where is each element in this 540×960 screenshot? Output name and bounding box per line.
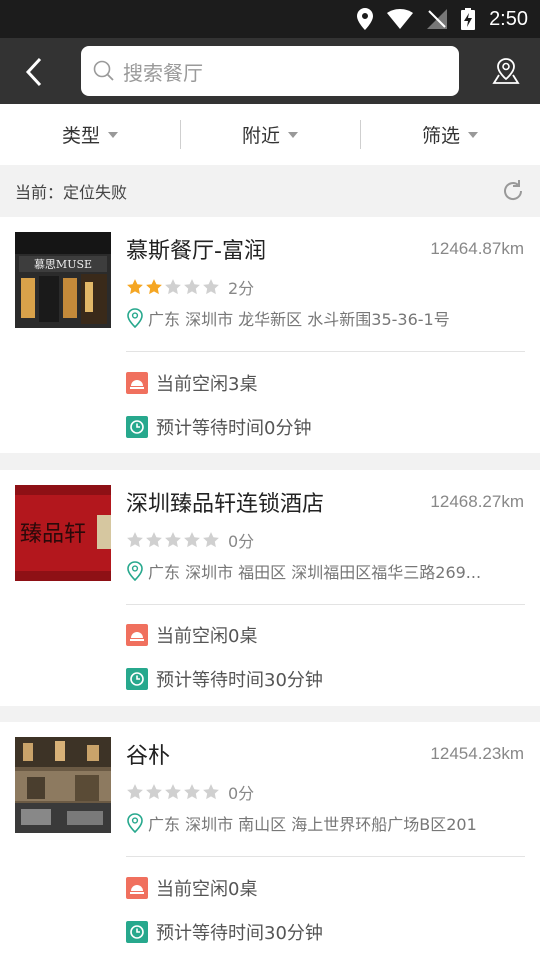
star-icon <box>127 532 143 548</box>
filter-type[interactable]: 类型 <box>0 104 180 165</box>
search-input[interactable]: 搜索餐厅 <box>81 46 459 96</box>
filter-nearby[interactable]: 附近 <box>180 104 360 165</box>
restaurant-photo <box>15 737 111 833</box>
rating-score: 2分 <box>228 279 255 298</box>
rating: 0分 <box>126 780 254 804</box>
location-pin-icon <box>127 813 143 833</box>
star-icon <box>184 784 200 800</box>
location-pin-icon <box>127 308 143 328</box>
back-button[interactable] <box>14 52 54 92</box>
battery-charging-icon <box>461 8 476 30</box>
star-icon <box>146 532 162 548</box>
free-tables-text: 当前空闲0桌 <box>156 879 258 900</box>
filter-type-label: 类型 <box>61 125 100 147</box>
divider <box>126 604 525 605</box>
status-bar: 2:50 <box>0 0 540 38</box>
filter-screen-label: 筛选 <box>421 125 460 147</box>
restaurant-card[interactable]: 谷朴 12454.23km 0分 广东 深圳市 南山区 海上世界环船广场B区20… <box>0 722 540 960</box>
wait-time-text: 预计等待时间30分钟 <box>156 923 323 944</box>
refresh-icon <box>504 180 523 200</box>
filter-screen[interactable]: 筛选 <box>360 104 540 165</box>
restaurant-distance: 12464.87km <box>430 239 524 258</box>
star-icon <box>165 784 181 800</box>
star-icon <box>165 532 181 548</box>
clock-icon <box>126 921 148 943</box>
location-status: 当前：定位失败 <box>15 183 128 202</box>
star-rating <box>126 531 220 549</box>
caret-down-icon <box>108 131 118 138</box>
chevron-left-icon <box>25 57 42 87</box>
rating: 0分 <box>126 528 254 552</box>
star-icon <box>146 279 162 295</box>
wait-time: 预计等待时间0分钟 <box>126 414 311 440</box>
search-placeholder: 搜索餐厅 <box>123 60 203 85</box>
wait-time-text: 预计等待时间0分钟 <box>156 418 312 439</box>
restaurant-card[interactable]: 慕思MUSE 慕斯餐厅-富润 12464.87km 2分 广东 深圳市 龙华新区… <box>0 217 540 453</box>
filter-nearby-label: 附近 <box>241 125 280 147</box>
star-icon <box>165 279 181 295</box>
location-bar: 当前：定位失败 <box>0 165 540 217</box>
wait-time-text: 预计等待时间30分钟 <box>156 670 323 691</box>
restaurant-address: 广东 深圳市 福田区 深圳福田区福华三路269... <box>126 559 518 583</box>
free-tables: 当前空闲0桌 <box>126 875 257 901</box>
status-time: 2:50 <box>489 7 528 30</box>
star-icon <box>203 532 219 548</box>
filter-bar: 类型 附近 筛选 <box>0 104 540 165</box>
address-text: 广东 深圳市 南山区 海上世界环船广场B区201 <box>148 815 477 834</box>
star-icon <box>184 279 200 295</box>
star-icon <box>184 532 200 548</box>
star-icon <box>127 784 143 800</box>
restaurant-photo: 臻品轩 <box>15 485 111 581</box>
address-text: 广东 深圳市 龙华新区 水斗新围35-36-1号 <box>148 310 450 329</box>
app-header: 搜索餐厅 <box>0 38 540 104</box>
star-rating <box>126 783 220 801</box>
restaurant-name: 慕斯餐厅-富润 <box>126 239 266 264</box>
dish-cover-icon <box>126 372 148 394</box>
wait-time: 预计等待时间30分钟 <box>126 919 323 945</box>
wait-time: 预计等待时间30分钟 <box>126 666 323 692</box>
dish-cover-icon <box>126 877 148 899</box>
clock-icon <box>126 416 148 438</box>
rating: 2分 <box>126 275 254 299</box>
location-icon <box>357 8 374 30</box>
star-icon <box>146 784 162 800</box>
star-rating <box>126 278 220 296</box>
star-icon <box>127 279 143 295</box>
restaurant-address: 广东 深圳市 南山区 海上世界环船广场B区201 <box>126 811 518 835</box>
photo-sign-text: 臻品轩 <box>20 522 86 547</box>
restaurant-distance: 12454.23km <box>430 744 524 763</box>
restaurant-address: 广东 深圳市 龙华新区 水斗新围35-36-1号 <box>126 306 518 330</box>
free-tables: 当前空闲0桌 <box>126 622 257 648</box>
restaurant-name: 谷朴 <box>126 744 171 769</box>
no-signal-icon <box>427 9 448 29</box>
rating-score: 0分 <box>228 532 255 551</box>
restaurant-name: 深圳臻品轩连锁酒店 <box>126 492 325 517</box>
free-tables: 当前空闲3桌 <box>126 370 257 396</box>
divider <box>126 856 525 857</box>
map-pin-icon <box>492 58 520 84</box>
restaurant-photo: 慕思MUSE <box>15 232 111 328</box>
wifi-icon <box>387 9 414 29</box>
map-button[interactable] <box>486 51 526 91</box>
dish-cover-icon <box>126 624 148 646</box>
divider <box>126 351 525 352</box>
refresh-button[interactable] <box>500 178 526 204</box>
address-text: 广东 深圳市 福田区 深圳福田区福华三路269... <box>148 563 482 582</box>
restaurant-card[interactable]: 臻品轩 深圳臻品轩连锁酒店 12468.27km 0分 广东 深圳市 福田区 深… <box>0 470 540 706</box>
star-icon <box>203 279 219 295</box>
location-pin-icon <box>127 561 143 581</box>
photo-sign-text: 慕思MUSE <box>34 257 92 271</box>
restaurant-distance: 12468.27km <box>430 492 524 511</box>
free-tables-text: 当前空闲3桌 <box>156 374 258 395</box>
search-icon <box>93 60 114 81</box>
rating-score: 0分 <box>228 784 255 803</box>
free-tables-text: 当前空闲0桌 <box>156 626 258 647</box>
clock-icon <box>126 668 148 690</box>
caret-down-icon <box>468 131 478 138</box>
caret-down-icon <box>288 131 298 138</box>
star-icon <box>203 784 219 800</box>
